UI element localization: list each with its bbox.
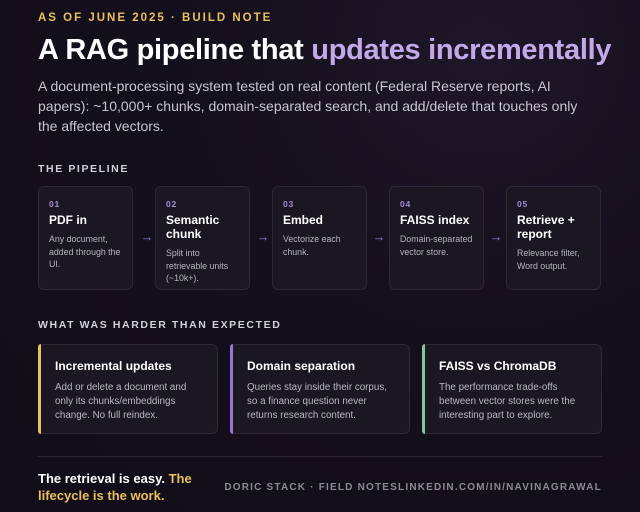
- step-name: Semantic chunk: [166, 213, 220, 241]
- lede: A document-processing system tested on r…: [38, 78, 578, 134]
- step-number: 03: [283, 199, 295, 209]
- card-title: Domain separation: [247, 359, 356, 373]
- step-number: 01: [49, 199, 61, 209]
- step-description: Any document, added through the UI.: [49, 234, 121, 269]
- pipeline-step-2: 02 Semantic chunk Split into retrievable…: [155, 186, 250, 290]
- step-description: Vectorize each chunk.: [283, 234, 341, 257]
- arrow-right-icon: →: [372, 229, 386, 244]
- card-description: Add or delete a document and only its ch…: [55, 382, 187, 421]
- footer-divider: [38, 456, 602, 457]
- step-description: Split into retrievable units (~10k+).: [166, 248, 229, 283]
- step-number: 05: [517, 199, 529, 209]
- step-name: Retrieve + report: [517, 213, 575, 241]
- step-description: Domain-separated vector store.: [400, 234, 473, 257]
- closing-statement: The retrieval is easy. The lifecycle is …: [38, 470, 218, 504]
- pipeline-step-4: 04 FAISS index Domain-separated vector s…: [389, 186, 484, 290]
- title-accent: updates incrementally: [311, 34, 612, 66]
- step-name: Embed: [283, 213, 324, 227]
- card-title: Incremental updates: [55, 359, 172, 373]
- pipeline-label: THE PIPELINE: [38, 163, 129, 175]
- title-plain: A RAG pipeline that: [38, 34, 304, 66]
- insight-card-domain: Domain separation Queries stay inside th…: [230, 344, 410, 434]
- card-description: The performance trade-offs between vecto…: [439, 382, 576, 421]
- step-number: 02: [166, 199, 178, 209]
- step-name: FAISS index: [400, 213, 470, 227]
- pipeline-step-5: 05 Retrieve + report Relevance filter, W…: [506, 186, 601, 290]
- closing-plain: The retrieval is easy.: [38, 471, 165, 486]
- arrow-right-icon: →: [489, 229, 503, 244]
- step-description: Relevance filter, Word output.: [517, 248, 580, 271]
- pipeline-steps: 01 PDF in Any document, added through th…: [38, 186, 602, 292]
- arrow-right-icon: →: [256, 229, 270, 244]
- insight-card-faiss: FAISS vs ChromaDB The performance trade-…: [422, 344, 602, 434]
- card-description: Queries stay inside their corpus, so a f…: [247, 382, 387, 421]
- arrow-right-icon: →: [140, 229, 154, 244]
- eyebrow: AS OF JUNE 2025 · BUILD NOTE: [38, 12, 273, 24]
- insight-card-incremental: Incremental updates Add or delete a docu…: [38, 344, 218, 434]
- pipeline-step-1: 01 PDF in Any document, added through th…: [38, 186, 133, 290]
- step-name: PDF in: [49, 213, 87, 227]
- step-number: 04: [400, 199, 412, 209]
- signature: DORIC STACK · FIELD NOTESLINKEDIN.COM/IN…: [224, 482, 602, 493]
- page-title: A RAG pipeline that updates incrementall…: [38, 34, 612, 67]
- harder-label: WHAT WAS HARDER THAN EXPECTED: [38, 319, 282, 331]
- pipeline-step-3: 03 Embed Vectorize each chunk.: [272, 186, 367, 290]
- card-title: FAISS vs ChromaDB: [439, 359, 557, 373]
